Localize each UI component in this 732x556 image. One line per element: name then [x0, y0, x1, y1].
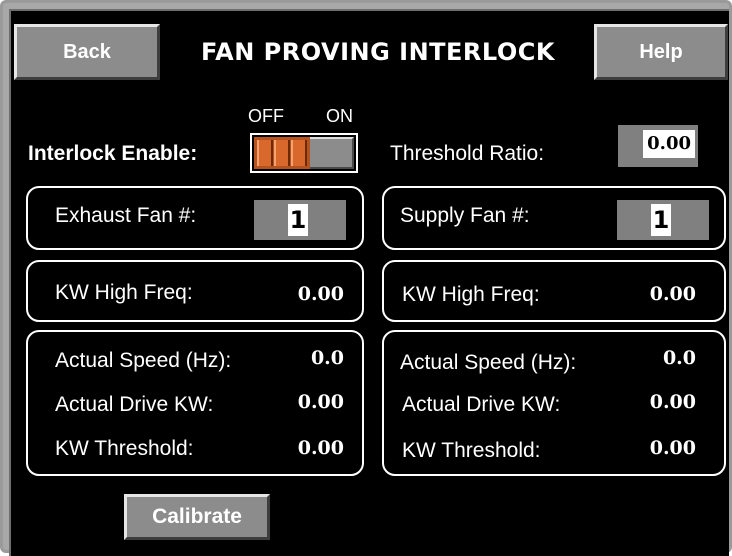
- knob-grip: [291, 140, 308, 166]
- toggle-knob: [254, 137, 310, 169]
- supply-fan-label: Supply Fan #:: [400, 204, 530, 227]
- knob-grip: [256, 140, 273, 166]
- supply-fan-number[interactable]: 1: [651, 204, 671, 236]
- supply-actual-speed-value: 0.0: [662, 347, 696, 369]
- supply-kw-high-freq-label: KW High Freq:: [402, 283, 540, 306]
- threshold-ratio-value[interactable]: 0.00: [643, 130, 695, 158]
- interlock-enable-toggle[interactable]: [250, 133, 358, 173]
- calibrate-button[interactable]: Calibrate: [124, 494, 270, 540]
- exhaust-kw-threshold-value: 0.00: [297, 437, 344, 459]
- exhaust-fan-number[interactable]: 1: [288, 204, 308, 236]
- back-button[interactable]: Back: [14, 24, 160, 80]
- supply-actual-drive-kw-value: 0.00: [649, 391, 696, 413]
- threshold-ratio-label: Threshold Ratio:: [390, 142, 545, 165]
- exhaust-actual-speed-value: 0.0: [310, 347, 344, 369]
- help-button[interactable]: Help: [594, 24, 728, 80]
- supply-kw-threshold-label: KW Threshold:: [402, 439, 541, 462]
- exhaust-fan-label: Exhaust Fan #:: [55, 204, 197, 227]
- supply-actual-speed-label: Actual Speed (Hz):: [400, 351, 577, 374]
- supply-fan-selector[interactable]: 1: [617, 200, 709, 240]
- threshold-ratio-field[interactable]: 0.00: [618, 125, 698, 167]
- exhaust-fan-selector[interactable]: 1: [254, 200, 346, 240]
- interlock-enable-label: Interlock Enable:: [28, 142, 198, 165]
- exhaust-kw-high-freq-label: KW High Freq:: [55, 281, 193, 304]
- supply-kw-threshold-value: 0.00: [649, 437, 696, 459]
- toggle-on-label: ON: [326, 106, 353, 126]
- toggle-off-label: OFF: [248, 106, 284, 126]
- exhaust-kw-threshold-label: KW Threshold:: [55, 437, 194, 460]
- supply-kw-high-freq-value: 0.00: [649, 283, 696, 305]
- exhaust-actual-speed-label: Actual Speed (Hz):: [55, 349, 232, 372]
- page-title: FAN PROVING INTERLOCK: [201, 38, 555, 66]
- knob-grip: [273, 140, 290, 166]
- exhaust-actual-drive-kw-label: Actual Drive KW:: [55, 393, 214, 416]
- supply-actual-drive-kw-label: Actual Drive KW:: [402, 393, 561, 416]
- exhaust-actual-drive-kw-value: 0.00: [297, 391, 344, 413]
- exhaust-kw-high-freq-value: 0.00: [297, 283, 344, 305]
